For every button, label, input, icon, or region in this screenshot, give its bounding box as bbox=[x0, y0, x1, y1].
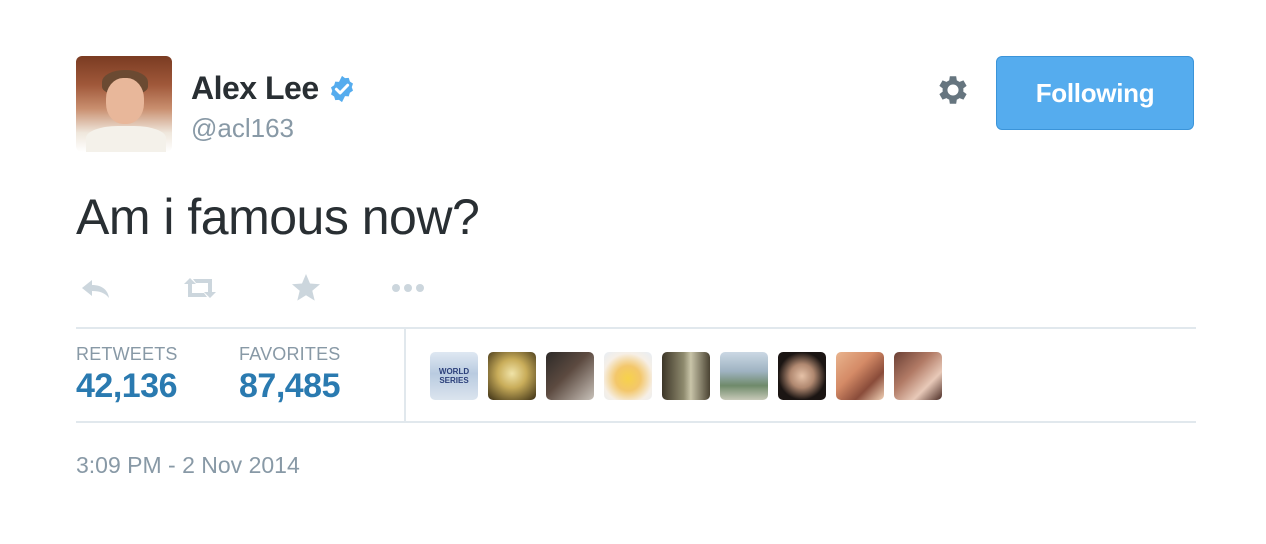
more-icon[interactable] bbox=[388, 272, 428, 304]
favorites-count: 87,485 bbox=[239, 367, 340, 405]
following-button[interactable]: Following bbox=[996, 56, 1194, 130]
tweet-timestamp[interactable]: 3:09 PM - 2 Nov 2014 bbox=[76, 452, 300, 479]
retweets-label: RETWEETS bbox=[76, 344, 178, 364]
favoriter-avatar[interactable] bbox=[720, 352, 768, 400]
verified-badge-icon bbox=[330, 75, 353, 102]
avatar-shirt bbox=[86, 126, 166, 152]
star-icon[interactable] bbox=[286, 272, 326, 304]
user-handle[interactable]: @acl163 bbox=[191, 113, 294, 144]
stats-vertical-divider bbox=[404, 329, 406, 422]
favoriter-avatar[interactable] bbox=[778, 352, 826, 400]
favoriter-avatar-text: WORLD SERIES bbox=[438, 367, 470, 385]
profile-avatar[interactable] bbox=[76, 56, 172, 152]
favoriter-avatar[interactable] bbox=[546, 352, 594, 400]
favoriter-avatar[interactable] bbox=[604, 352, 652, 400]
retweet-icon[interactable] bbox=[180, 272, 220, 304]
retweets-stat[interactable]: RETWEETS 42,136 bbox=[76, 344, 178, 406]
favoriter-avatars: WORLD SERIES bbox=[430, 352, 942, 400]
tweet-text: Am i famous now? bbox=[76, 189, 480, 245]
avatar-face bbox=[106, 78, 144, 124]
favoriter-avatar[interactable] bbox=[662, 352, 710, 400]
name-row: Alex Lee bbox=[191, 70, 357, 107]
user-name[interactable]: Alex Lee bbox=[191, 70, 319, 107]
favorites-stat[interactable]: FAVORITES 87,485 bbox=[239, 344, 341, 406]
favoriter-avatar[interactable] bbox=[836, 352, 884, 400]
favoriter-avatar[interactable] bbox=[894, 352, 942, 400]
gear-icon[interactable] bbox=[934, 71, 972, 109]
favoriter-avatar[interactable]: WORLD SERIES bbox=[430, 352, 478, 400]
favorites-label: FAVORITES bbox=[239, 344, 341, 364]
reply-icon[interactable] bbox=[76, 272, 116, 304]
favoriter-avatar[interactable] bbox=[488, 352, 536, 400]
divider-top bbox=[76, 327, 1196, 329]
divider-bottom bbox=[76, 421, 1196, 423]
retweets-count: 42,136 bbox=[76, 367, 177, 405]
